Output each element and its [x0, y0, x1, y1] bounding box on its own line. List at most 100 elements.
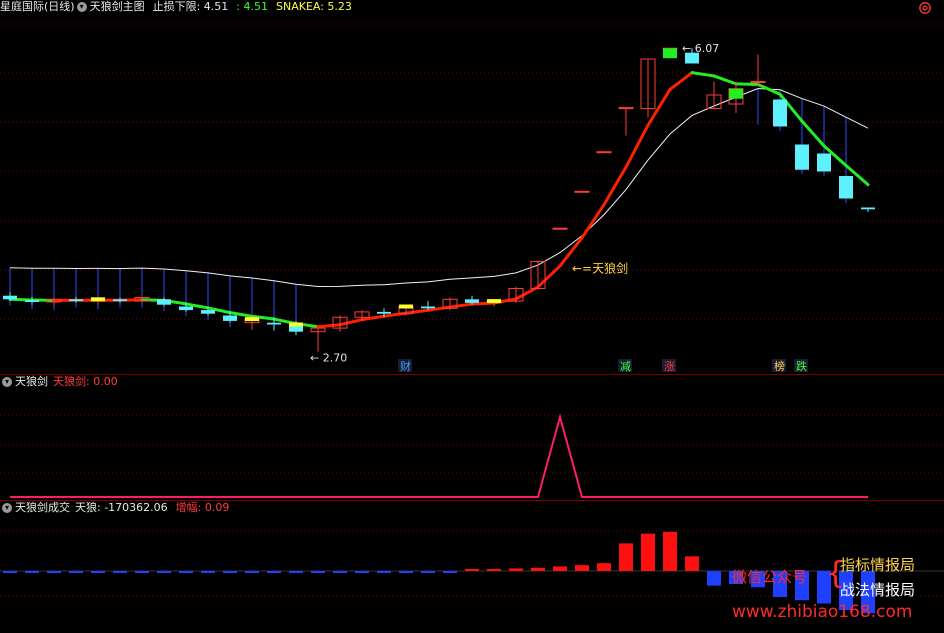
signal-block [487, 299, 501, 303]
signal-block [663, 48, 677, 58]
gear-icon[interactable] [918, 1, 932, 15]
volume-bar-down [91, 571, 105, 573]
volume-bar-down [223, 571, 237, 573]
indicator1-name: 天狼剑 [15, 375, 48, 389]
sword-annotation: ←=天狼剑 [572, 260, 628, 275]
indicator1-line [10, 417, 868, 497]
watermark-line2: 战法情报局 [840, 579, 915, 600]
indicator1-header: ▾ 天狼剑 天狼剑: 0.00 [0, 375, 118, 389]
volume-bar-down [47, 571, 61, 573]
volume-bar-up [619, 543, 633, 571]
candle-body-down [773, 100, 787, 127]
main-chart-panel[interactable]: ← 6.07 ← 2.70 ←=天狼剑财 减 涨 榜跌 星庭国际(日线) ▾ 天狼剑主图 … [0, 0, 944, 374]
green-value: : 4.51 [236, 0, 268, 14]
volume-bar-up [663, 532, 677, 571]
candle-body-down [113, 299, 127, 301]
volume-bar-down [355, 571, 369, 573]
candle-body-down [157, 299, 171, 304]
volume-bar-up [465, 569, 479, 571]
candle-body-up [575, 191, 589, 192]
volume-bar-up [553, 566, 567, 571]
stock-name: 星庭国际(日线) [0, 0, 75, 14]
fast-ma-down-segment [692, 73, 714, 76]
snake-label: SNAKEA: 5.23 [276, 0, 352, 14]
candle-body-down [839, 176, 853, 199]
signal-block [399, 305, 413, 309]
stop-loss-label: 止损下限: 4.51 [153, 0, 229, 14]
signal-badge-2: 减 [620, 360, 631, 373]
volume-bar-up [685, 556, 699, 571]
volume-bar-down [113, 571, 127, 573]
signal-badge-1: 财 [400, 359, 411, 373]
candle-body-down [25, 300, 39, 302]
fast-ma-up-segment [340, 320, 362, 325]
signal-badge-4: 榜 [774, 359, 785, 373]
volume-bar-up [597, 563, 611, 571]
watermark-wechat: 微信公众号 [732, 566, 807, 587]
indicator2-header: ▾ 天狼剑成交 天狼: -170362.06 增幅: 0.09 [0, 501, 229, 515]
volume-bar-down [267, 571, 281, 573]
candle-body-down [267, 323, 281, 325]
candle-body-down [421, 307, 435, 309]
candle-body-down [465, 299, 479, 303]
candle-body-up [619, 108, 633, 109]
candle-body-up [751, 82, 765, 83]
volume-bar-down [443, 571, 457, 573]
candle-body-down [201, 310, 215, 314]
fast-ma-up-segment [648, 89, 670, 125]
high-price-label: ← 6.07 [682, 42, 719, 55]
volume-bar-down [135, 571, 149, 573]
volume-bar-down [289, 571, 303, 573]
candle-body-down [377, 312, 391, 314]
signal-badge-3: 涨 [664, 360, 675, 373]
volume-bar-down [399, 571, 413, 573]
volume-bar-up [509, 568, 523, 571]
indicator2-value: 天狼: -170362.06 [75, 501, 168, 515]
watermark-url: www.zhibiao168.com [732, 602, 912, 622]
volume-bar-down [245, 571, 259, 573]
candle-body-down [3, 296, 17, 300]
volume-bar-up [641, 534, 655, 571]
volume-bar-down [3, 571, 17, 573]
volume-bar-down [201, 571, 215, 573]
volume-bar-down [25, 571, 39, 573]
indicator-menu-icon[interactable]: ▾ [2, 503, 12, 513]
main-header: 星庭国际(日线) ▾ 天狼剑主图 止损下限: 4.51 : 4.51 SNAKE… [0, 0, 352, 14]
fast-ma-down-segment [736, 84, 758, 85]
volume-bar-up [531, 568, 545, 571]
volume-bar-down [311, 571, 325, 573]
candle-body-down [795, 145, 809, 170]
volume-bar-down [707, 571, 721, 586]
candle-body-down [69, 299, 83, 301]
indicator-menu-icon[interactable]: ▾ [2, 377, 12, 387]
fast-ma-up-segment [406, 310, 428, 313]
volume-bar-up [575, 565, 589, 571]
volume-bar-down [69, 571, 83, 573]
signal-block [245, 317, 259, 321]
signal-block [729, 89, 743, 99]
candle-body-down [179, 307, 193, 311]
volume-bar-down [377, 571, 391, 573]
increase-label: 增幅: 0.09 [176, 501, 230, 515]
indicator-menu-icon[interactable]: ▾ [77, 2, 87, 12]
volume-bar-down [179, 571, 193, 573]
indicator2-name: 天狼剑成交 [15, 501, 70, 515]
signal-badge-5: 跌 [796, 359, 807, 373]
signal-block [289, 323, 303, 327]
candle-body-up [553, 228, 567, 229]
fast-ma-up-segment [670, 73, 692, 90]
low-price-label: ← 2.70 [310, 352, 347, 365]
fast-ma-down-segment [10, 299, 32, 300]
fast-ma-up-segment [450, 304, 472, 307]
volume-bar-down [157, 571, 171, 573]
indicator-name: 天狼剑主图 [90, 0, 145, 14]
candlestick-chart[interactable]: ← 6.07 ← 2.70 ←=天狼剑财 减 涨 榜跌 [0, 0, 944, 374]
indicator-panel-1[interactable]: ▾ 天狼剑 天狼剑: 0.00 [0, 375, 944, 500]
slow-ma-line [10, 89, 868, 287]
fast-ma-down-segment [802, 121, 824, 146]
indicator1-value: 天狼剑: 0.00 [53, 375, 118, 389]
candle-body-up [597, 152, 611, 153]
watermark-line1: 指标情报局 [840, 554, 915, 575]
indicator-line-chart [0, 375, 944, 500]
volume-bar-down [421, 571, 435, 573]
